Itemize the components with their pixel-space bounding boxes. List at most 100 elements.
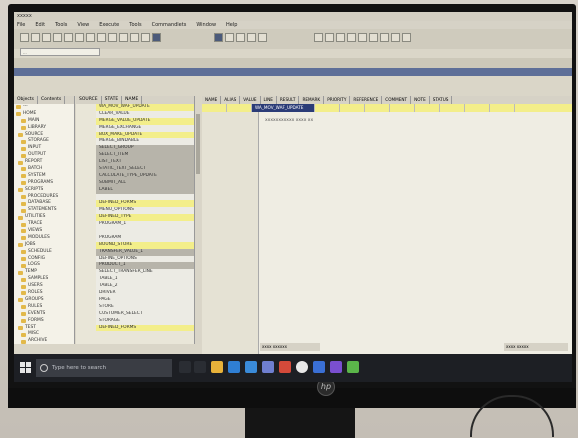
list-item[interactable]: [76, 193, 194, 201]
toolbar-button[interactable]: [258, 33, 267, 42]
list-item[interactable]: STORE: [76, 303, 194, 311]
tree-item[interactable]: FORMS: [14, 318, 74, 325]
tree-item[interactable]: ---: [14, 104, 74, 111]
tree-item[interactable]: LIBRARY: [14, 125, 74, 132]
toolbar-button[interactable]: [31, 33, 40, 42]
list-item[interactable]: STATIC_TEXT_SELECT: [76, 166, 194, 173]
list-item[interactable]: MERGE_BINDABLE: [76, 138, 194, 146]
edge-icon[interactable]: [194, 361, 206, 373]
tree-item[interactable]: MODULES: [14, 235, 74, 242]
toolbar-button[interactable]: [64, 33, 73, 42]
store-icon[interactable]: [228, 361, 240, 373]
toolbar-button[interactable]: [53, 33, 62, 42]
toolbar-button[interactable]: [141, 33, 150, 42]
grid-cell[interactable]: WA_MOV_WAF_UPDATE: [252, 104, 315, 112]
list-item[interactable]: [76, 228, 194, 235]
list-item[interactable]: LIST_TEXT: [76, 159, 194, 167]
list-item[interactable]: TRANSFER_VALUE_1: [76, 248, 194, 256]
list-item[interactable]: PRODUCT_1: [76, 262, 194, 270]
list-scrollbar[interactable]: [194, 96, 201, 344]
grid-row[interactable]: WA_MOV_WAF_UPDATE: [202, 104, 572, 112]
tree-item[interactable]: LOGS: [14, 262, 74, 269]
tree-item[interactable]: RULES: [14, 304, 74, 311]
toolbar-button[interactable]: [108, 33, 117, 42]
windows-start-icon[interactable]: [20, 362, 32, 374]
list-item[interactable]: LABEL: [76, 186, 194, 194]
taskbar-search[interactable]: Type here to search: [36, 359, 172, 377]
menu-item-3[interactable]: View: [77, 22, 89, 28]
menu-item-8[interactable]: Help: [226, 22, 237, 28]
list-item[interactable]: STORAGE: [76, 317, 194, 325]
toolbar-button[interactable]: [314, 33, 323, 42]
scroll-thumb[interactable]: [196, 114, 200, 174]
grid-cell[interactable]: [390, 104, 415, 112]
tree-item[interactable]: ARCHIVE: [14, 338, 74, 344]
grid-cell[interactable]: [465, 104, 490, 112]
tree-item[interactable]: BATCH: [14, 166, 74, 173]
app-blue-icon[interactable]: [313, 361, 325, 373]
toolbar-button[interactable]: [402, 33, 411, 42]
list-item[interactable]: PROGRAM: [76, 234, 194, 242]
grid-col-header[interactable]: LINE: [261, 96, 277, 104]
toolbar-button[interactable]: [391, 33, 400, 42]
tree-item[interactable]: VIEWS: [14, 228, 74, 235]
grid-col-header[interactable]: PRIORITY: [324, 96, 351, 104]
tree-item[interactable]: REPORT: [14, 159, 74, 166]
object-tree[interactable]: Objects Contents --- HOME MAIN LIBRARY SOURC…: [14, 96, 75, 344]
list-item[interactable]: SELECT_TRANSFER_LINE: [76, 269, 194, 277]
list-item[interactable]: SUBMIT_ALL: [76, 179, 194, 187]
list-item[interactable]: DRIVER: [76, 290, 194, 297]
toolbar-button[interactable]: [236, 33, 245, 42]
grid-col-header[interactable]: ALIAS: [221, 96, 241, 104]
tree-item[interactable]: OUTPUT: [14, 152, 74, 159]
list-item[interactable]: SELECT_GROUP: [76, 145, 194, 153]
menu-item-2[interactable]: Tools: [55, 22, 67, 28]
tree-item[interactable]: TEST: [14, 325, 74, 332]
list-item[interactable]: DEFINE_OPTIONS: [76, 255, 194, 263]
grid-col-header[interactable]: RESULT: [277, 96, 300, 104]
toolbar-button[interactable]: [152, 33, 161, 42]
toolbar-button[interactable]: [75, 33, 84, 42]
list-item[interactable]: SELECT_ITEM: [76, 152, 194, 160]
list-item[interactable]: TABLE_1: [76, 276, 194, 284]
toolbar-button[interactable]: [380, 33, 389, 42]
tree-item[interactable]: SCRIPTS: [14, 187, 74, 194]
list-item[interactable]: PAGE: [76, 296, 194, 304]
grid-col-header[interactable]: REMARK: [299, 96, 325, 104]
toolbar-button[interactable]: [119, 33, 128, 42]
toolbar-button[interactable]: [20, 33, 29, 42]
search-input[interactable]: [20, 48, 100, 56]
list-item[interactable]: CLEAR_VALUE: [76, 110, 194, 118]
list-col-name[interactable]: NAME: [122, 96, 143, 104]
menu-item-5[interactable]: Tools: [129, 22, 141, 28]
list-item[interactable]: MERGE_VALUE_UPDATE: [76, 117, 194, 125]
toolbar-button[interactable]: [86, 33, 95, 42]
toolbar-button[interactable]: [369, 33, 378, 42]
app-purple-icon[interactable]: [330, 361, 342, 373]
toolbar-button[interactable]: [225, 33, 234, 42]
app-red-icon[interactable]: [279, 361, 291, 373]
menu-item-0[interactable]: File: [17, 22, 25, 28]
photos-icon[interactable]: [262, 361, 274, 373]
tree-item[interactable]: EVENTS: [14, 311, 74, 318]
toolbar-button[interactable]: [130, 33, 139, 42]
menu-item-4[interactable]: Execute: [99, 22, 119, 28]
grid-cell[interactable]: [365, 104, 390, 112]
tree-item[interactable]: STORAGE: [14, 138, 74, 145]
file-explorer-icon[interactable]: [211, 361, 223, 373]
mail-icon[interactable]: [245, 361, 257, 373]
app-green-icon[interactable]: [347, 361, 359, 373]
tree-item[interactable]: UTILITIES: [14, 214, 74, 221]
tree-item[interactable]: SYSTEM: [14, 173, 74, 180]
toolbar-button[interactable]: [247, 33, 256, 42]
tree-item[interactable]: GROUPS: [14, 297, 74, 304]
object-list[interactable]: SOURCE STATE NAME WA_MOV_WAF_UPDATE CLEAR…: [76, 96, 195, 344]
grid-cell[interactable]: [415, 104, 440, 112]
list-item[interactable]: TABLE_2: [76, 283, 194, 291]
tree-item[interactable]: ROLES: [14, 290, 74, 297]
list-item[interactable]: CUSTOMER_SELECT: [76, 310, 194, 318]
list-col-source[interactable]: SOURCE: [76, 96, 102, 104]
grid-cell[interactable]: [227, 104, 252, 112]
list-item[interactable]: DEFINED_TYPE: [76, 214, 194, 222]
grid-cell[interactable]: [490, 104, 515, 112]
